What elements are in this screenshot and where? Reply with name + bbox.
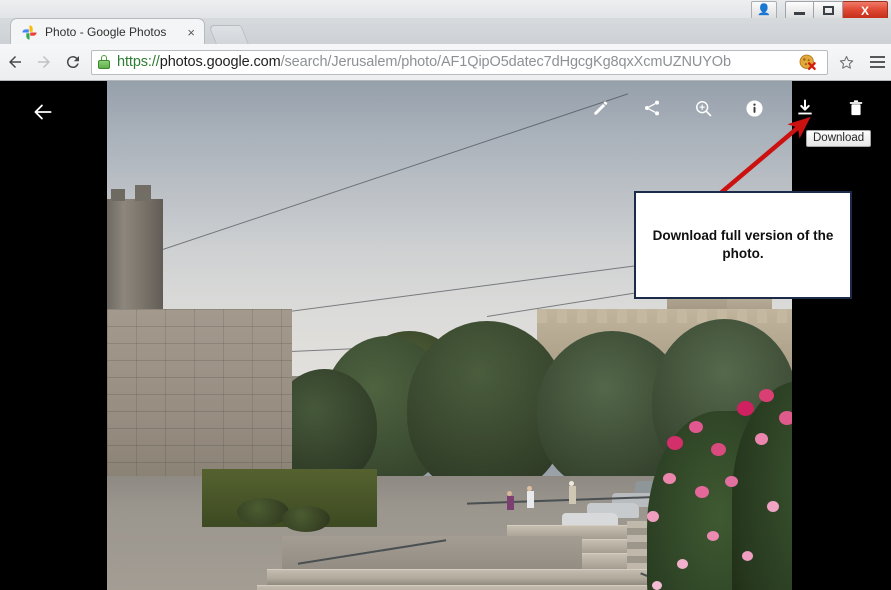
share-button[interactable] — [639, 95, 665, 121]
viewer-action-toolbar — [588, 95, 869, 121]
delete-button[interactable] — [843, 95, 869, 121]
download-icon — [798, 99, 812, 115]
person — [569, 481, 576, 504]
shrub — [237, 498, 289, 526]
url-text: https://photos.google.com/search/Jerusal… — [117, 54, 794, 70]
stair-step — [257, 585, 707, 590]
person — [507, 491, 514, 510]
flower-bloom — [767, 501, 779, 512]
google-photos-favicon-icon — [21, 24, 38, 41]
stair-step — [267, 569, 687, 585]
viewer-back-arrow-icon[interactable] — [28, 97, 58, 127]
info-button[interactable] — [741, 95, 767, 121]
close-icon: X — [860, 3, 869, 18]
zoom-button[interactable] — [690, 95, 716, 121]
tab-close-icon[interactable]: × — [184, 26, 198, 39]
pencil-icon — [594, 101, 608, 115]
download-button[interactable] — [792, 95, 818, 121]
flower-bloom — [742, 551, 753, 561]
flower-bloom — [725, 476, 738, 487]
shrub — [282, 506, 330, 532]
flower-bloom — [667, 436, 683, 450]
https-lock-icon — [98, 55, 110, 69]
annotation-callout-box: Download full version of the photo. — [634, 191, 852, 299]
person — [527, 486, 534, 508]
flower-bloom — [779, 411, 792, 425]
flower-bloom — [677, 559, 688, 569]
reload-button[interactable] — [58, 48, 87, 77]
flower-bloom — [663, 473, 676, 484]
flower-bloom — [647, 511, 659, 522]
hamburger-menu-icon[interactable] — [863, 48, 891, 77]
download-tooltip: Download — [806, 130, 872, 147]
flower-bloom — [755, 433, 768, 445]
photo-image[interactable]: POLICE — [107, 81, 792, 590]
browser-window: 👤 X Photo - Google Photos × https://phot… — [0, 0, 891, 590]
url-path: /search/Jerusalem/photo/AF1QipO5datec7dH… — [280, 54, 731, 70]
share-icon — [645, 100, 659, 116]
user-glyph: 👤 — [757, 4, 771, 16]
flower-bloom — [707, 531, 719, 541]
zoom-in-icon — [695, 100, 711, 116]
bookmark-star-icon[interactable] — [832, 48, 861, 77]
info-icon — [745, 99, 763, 117]
forward-button[interactable] — [29, 48, 58, 77]
trash-icon — [849, 100, 863, 116]
minimize-icon — [794, 11, 805, 15]
blocked-cookie-icon[interactable] — [798, 53, 817, 72]
new-tab-button[interactable] — [208, 25, 249, 44]
browser-tab[interactable]: Photo - Google Photos × — [10, 18, 205, 45]
tab-title: Photo - Google Photos — [45, 25, 167, 39]
url-scheme: https:// — [117, 54, 160, 70]
back-button[interactable] — [0, 48, 29, 77]
flower-bloom — [695, 486, 709, 498]
flower-bloom — [759, 389, 774, 402]
browser-toolbar: https://photos.google.com/search/Jerusal… — [0, 44, 891, 81]
flower-bloom — [737, 401, 754, 416]
flower-bloom — [711, 443, 726, 456]
address-bar[interactable]: https://photos.google.com/search/Jerusal… — [91, 49, 828, 75]
maximize-icon — [822, 6, 834, 15]
flower-bloom — [689, 421, 703, 433]
flower-bloom — [652, 581, 662, 590]
edit-button[interactable] — [588, 95, 614, 121]
tab-strip: Photo - Google Photos × — [0, 18, 891, 45]
annotation-callout-text: Download full version of the photo. — [652, 227, 834, 261]
url-host: photos.google.com — [159, 54, 281, 70]
